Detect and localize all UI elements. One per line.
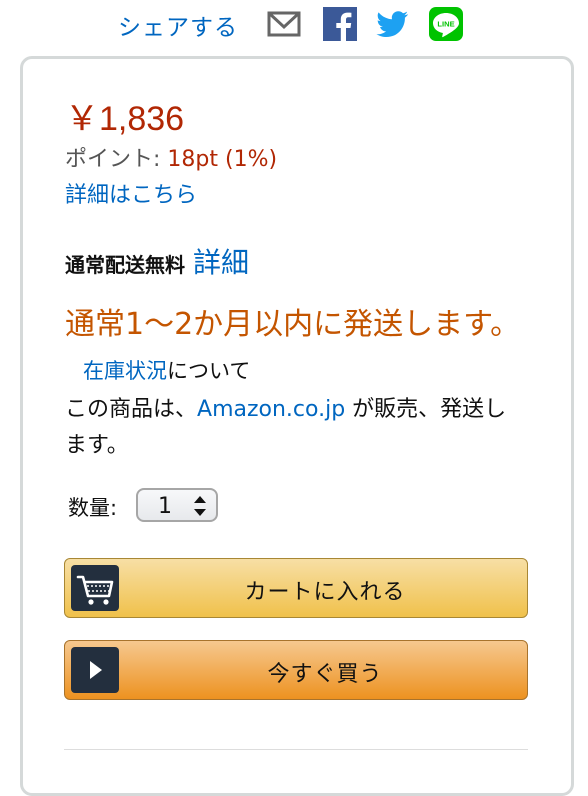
points-value: 18pt (1%): [167, 147, 278, 172]
buy-now-button[interactable]: 今すぐ買う: [64, 640, 528, 700]
line-icon[interactable]: LINE: [428, 6, 464, 42]
play-icon: [71, 647, 119, 693]
availability-tail: について: [167, 359, 251, 383]
points-row: ポイント: 18pt (1%): [65, 141, 277, 173]
points-details-link[interactable]: 詳細はこちら: [65, 177, 197, 209]
line-icon-text: LINE: [437, 20, 454, 29]
seller-info: この商品は、Amazon.co.jp が販売、発送します。: [65, 392, 525, 464]
share-label[interactable]: シェアする: [118, 8, 238, 42]
seller-prefix: この商品は、: [65, 397, 198, 422]
shipping-details-link[interactable]: 詳細: [193, 246, 249, 279]
add-to-cart-label: カートに入れる: [244, 580, 406, 605]
share-bar: シェアする LINE: [0, 0, 588, 48]
cart-icon: [71, 565, 119, 611]
select-arrows-icon: [194, 496, 206, 516]
mail-icon[interactable]: [266, 6, 302, 42]
availability: 通常1～2か月以内に発送します。在庫状況について: [65, 303, 535, 393]
availability-text: 通常1～2か月以内に発送します。: [65, 307, 521, 342]
facebook-icon[interactable]: [322, 6, 358, 42]
quantity-select[interactable]: 1: [136, 488, 218, 522]
stock-status-link[interactable]: 在庫状況: [83, 359, 167, 383]
price: ￥1,836: [65, 100, 185, 138]
seller-link[interactable]: Amazon.co.jp: [197, 397, 345, 422]
twitter-icon[interactable]: [374, 6, 410, 42]
buy-now-label: 今すぐ買う: [267, 662, 383, 687]
quantity-label: 数量:: [68, 496, 118, 520]
shipping-row: 通常配送無料 詳細: [65, 241, 249, 281]
shipping-label: 通常配送無料: [65, 253, 185, 277]
add-to-cart-button[interactable]: カートに入れる: [64, 558, 528, 618]
quantity-value: 1: [158, 494, 172, 519]
divider: [64, 749, 528, 750]
points-label: ポイント:: [65, 147, 161, 172]
